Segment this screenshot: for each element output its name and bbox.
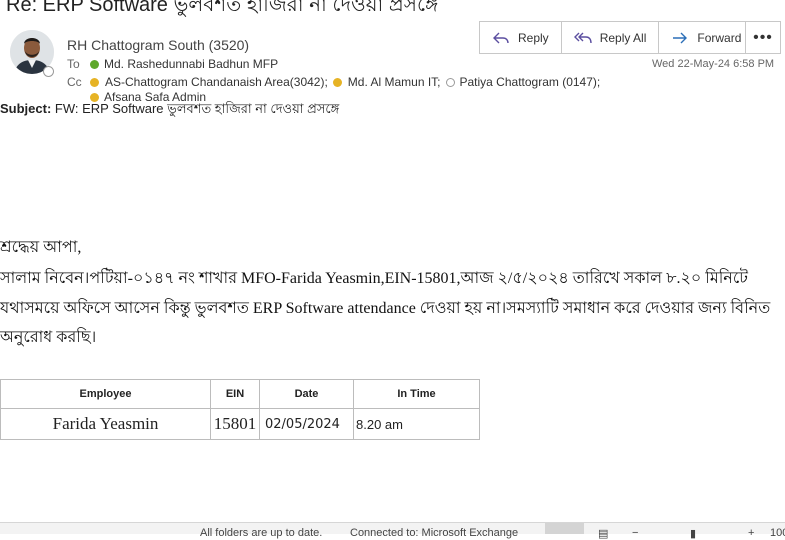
forwarded-subject-label: Subject: <box>0 101 52 116</box>
cc-label: Cc <box>67 75 82 89</box>
connection-status: Connected to: Microsoft Exchange <box>350 527 519 539</box>
cell-date: 02/05/2024 <box>259 408 354 440</box>
zoom-out-icon[interactable]: − <box>632 527 638 539</box>
table-header-row: Employee EIN Date In Time <box>0 379 480 409</box>
sender-presence-icon <box>43 66 54 77</box>
attendance-table: Employee EIN Date In Time Farida Yeasmin… <box>0 379 480 440</box>
forward-button[interactable]: Forward <box>659 22 752 53</box>
zoom-level: 100% <box>770 527 785 539</box>
body-greeting: শ্রদ্ধেয় আপা, <box>0 239 82 256</box>
header-employee: Employee <box>0 379 211 409</box>
header-date: Date <box>259 379 354 409</box>
reply-all-label: Reply All <box>599 30 647 45</box>
cc-recipient[interactable]: AS-Chattogram Chandanaish Area(3042); <box>105 75 328 89</box>
header-ein: EIN <box>210 379 260 409</box>
away-status-icon <box>332 77 342 87</box>
sender-name[interactable]: RH Chattogram South (3520) <box>67 37 249 53</box>
status-bar: All folders are up to date. Connected to… <box>0 522 785 540</box>
body-line-1: সালাম নিবেন।পটিয়া-০১৪৭ নং শাখার MFO-Far… <box>0 270 749 287</box>
reply-arrow-icon <box>493 32 509 43</box>
cell-employee: Farida Yeasmin <box>0 408 211 440</box>
folder-sync-status: All folders are up to date. <box>200 527 323 539</box>
body-line-2: যথাসময়ে অফিসে আসেন কিন্তু ভুলবশত ERP So… <box>0 300 771 317</box>
available-status-icon <box>90 59 99 69</box>
away-status-icon <box>90 77 99 87</box>
cc-recipient[interactable]: Md. Al Mamun IT; <box>348 75 441 89</box>
reply-all-arrow-icon <box>573 32 592 43</box>
zoom-slider-thumb[interactable]: ▮ <box>690 527 696 540</box>
reply-label: Reply <box>518 30 549 45</box>
sent-date: Wed 22-May-24 6:58 PM <box>652 58 775 70</box>
zoom-in-icon[interactable]: + <box>748 527 754 539</box>
more-actions-button[interactable]: ••• <box>745 21 781 54</box>
normal-view-button[interactable] <box>545 523 584 534</box>
reading-view-icon[interactable]: ▤ <box>598 527 608 540</box>
cell-ein: 15801 <box>210 408 260 440</box>
cell-in-time: 8.20 am <box>353 408 480 440</box>
to-label: To <box>67 57 80 71</box>
body-line-3: অনুরোধ করছি। <box>0 329 97 346</box>
forwarded-subject-text: FW: ERP Software ভুলবশত হাজিরা না দেওয়া… <box>54 101 340 116</box>
email-subject-title: Re: ERP Software ভুলবশত হাজিরা না দেওয়া… <box>6 0 439 16</box>
offline-status-icon <box>445 77 455 87</box>
reply-all-button[interactable]: Reply All <box>562 22 660 53</box>
table-row: Farida Yeasmin 15801 02/05/2024 8.20 am <box>0 408 480 440</box>
cc-recipient[interactable]: Patiya Chattogram (0147); <box>460 75 601 89</box>
forward-label: Forward <box>697 30 742 45</box>
forward-arrow-icon <box>673 32 688 43</box>
header-in-time: In Time <box>353 379 480 409</box>
message-actions: Reply Reply All Forward <box>479 21 754 54</box>
to-recipient[interactable]: Md. Rashedunnabi Badhun MFP <box>104 57 278 71</box>
reply-button[interactable]: Reply <box>480 22 562 53</box>
forwarded-subject-line: Subject: FW: ERP Software ভুলবশত হাজিরা … <box>0 100 339 121</box>
